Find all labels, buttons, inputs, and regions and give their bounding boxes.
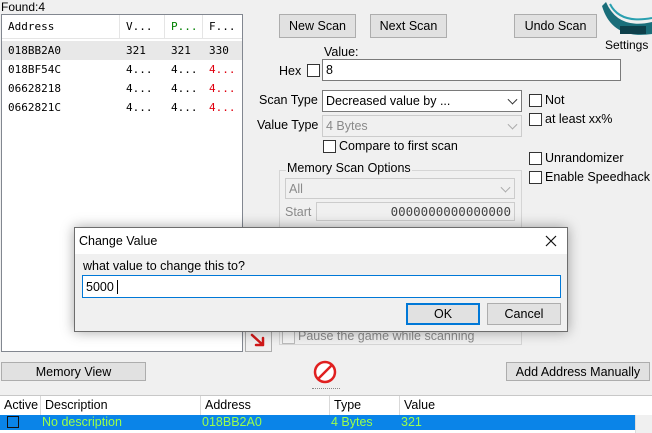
clear-list-icon[interactable]	[312, 359, 338, 385]
row-previous: 321	[171, 44, 191, 57]
undo-scan-button[interactable]: Undo Scan	[514, 14, 597, 38]
cheat-engine-logo[interactable]	[598, 0, 652, 38]
compare-first-label: Compare to first scan	[339, 139, 458, 153]
address-list-header: Address V... P... F...	[2, 15, 242, 39]
row-previous: 4...	[171, 82, 198, 95]
row-value: 4...	[126, 82, 153, 95]
address-row[interactable]: 06628218 4... 4... 4...	[2, 79, 242, 98]
memory-view-button[interactable]: Memory View	[1, 362, 146, 381]
dialog-title: Change Value	[79, 234, 158, 248]
dialog-prompt: what value to change this to?	[83, 259, 245, 273]
new-scan-button[interactable]: New Scan	[279, 14, 356, 38]
speedhack-checkbox[interactable]	[529, 171, 542, 184]
memory-scan-options-title: Memory Scan Options	[286, 161, 412, 175]
scan-type-select[interactable]: Decreased value by ...	[322, 90, 522, 112]
row-address: 06628218	[8, 82, 61, 95]
compare-first-checkbox[interactable]	[323, 140, 336, 153]
chevron-down-icon	[500, 182, 511, 193]
column-type[interactable]: Type	[330, 396, 400, 415]
dialog-title-bar[interactable]: Change Value	[75, 228, 567, 254]
row-value: 321	[126, 44, 146, 57]
at-least-label: at least xx%	[545, 112, 613, 126]
row-first: 330	[209, 44, 229, 57]
new-value-text: 5000	[86, 279, 114, 294]
row-first: 4...	[209, 101, 236, 114]
column-value[interactable]: Value	[400, 396, 635, 415]
unrandomizer-label: Unrandomizer	[545, 151, 624, 165]
change-value-dialog[interactable]: Change Value what value to change this t…	[74, 227, 568, 332]
scan-value-input[interactable]: 8	[322, 59, 621, 81]
vertical-scrollbar[interactable]	[635, 415, 652, 433]
speedhack-label: Enable Speedhack	[545, 170, 650, 184]
cancel-button[interactable]: Cancel	[487, 303, 561, 325]
next-scan-button[interactable]: Next Scan	[370, 14, 447, 38]
found-count: Found:4	[1, 0, 46, 14]
scan-type-label: Scan Type	[259, 93, 318, 107]
red-arrow-icon	[250, 333, 264, 347]
row-previous: 4...	[171, 101, 198, 114]
row-value: 4...	[126, 63, 153, 76]
close-icon	[545, 235, 557, 247]
text-cursor	[117, 280, 118, 294]
address-row[interactable]: 018BB2A0 321 321 330	[2, 41, 242, 60]
scan-type-value: Decreased value by ...	[326, 94, 451, 108]
chevron-down-icon	[507, 119, 518, 130]
ok-button[interactable]: OK	[406, 303, 480, 325]
row-first: 4...	[209, 82, 236, 95]
not-label: Not	[545, 93, 565, 107]
hex-label: Hex	[279, 64, 302, 78]
new-value-input[interactable]: 5000	[82, 275, 561, 298]
hex-checkbox[interactable]	[307, 64, 320, 77]
row-first: 4...	[209, 63, 236, 76]
address-row[interactable]: 0662821C 4... 4... 4...	[2, 98, 242, 117]
column-description[interactable]: Description	[41, 396, 201, 415]
table-row[interactable]: No description 018BB2A0 4 Bytes 321	[0, 415, 635, 430]
row-address: 018BB2A0	[202, 415, 262, 429]
memory-region-value: All	[289, 181, 303, 196]
chevron-down-icon	[507, 94, 518, 105]
address-row[interactable]: 018BF54C 4... 4... 4...	[2, 60, 242, 79]
memory-region-select[interactable]: All	[285, 178, 515, 199]
column-address[interactable]: Address	[2, 15, 120, 39]
start-address-field[interactable]: 0000000000000000	[316, 202, 515, 221]
column-address[interactable]: Address	[201, 396, 330, 415]
row-address: 018BF54C	[8, 63, 61, 76]
row-value: 4...	[126, 101, 153, 114]
close-button[interactable]	[537, 231, 565, 251]
row-description: No description	[42, 415, 122, 429]
start-label: Start	[285, 205, 312, 219]
at-least-checkbox[interactable]	[529, 113, 542, 126]
not-checkbox[interactable]	[529, 94, 542, 107]
column-previous[interactable]: P...	[165, 15, 203, 39]
column-active[interactable]: Active	[0, 396, 41, 415]
value-label: Value:	[324, 45, 359, 59]
value-type-value: 4 Bytes	[326, 119, 368, 133]
cheat-table[interactable]: Active Description Address Type Value No…	[0, 395, 652, 433]
pause-game-checkbox[interactable]	[282, 331, 295, 344]
row-value: 321	[401, 415, 422, 429]
row-address: 0662821C	[8, 101, 61, 114]
value-type-select[interactable]: 4 Bytes	[322, 115, 522, 137]
column-first[interactable]: F...	[203, 15, 242, 39]
value-type-label: Value Type	[257, 118, 319, 132]
add-address-manually-button[interactable]: Add Address Manually	[506, 362, 650, 381]
row-address: 018BB2A0	[8, 44, 61, 57]
settings-link[interactable]: Settings	[605, 38, 648, 52]
splitter-handle[interactable]	[312, 388, 340, 391]
unrandomizer-checkbox[interactable]	[529, 152, 542, 165]
column-value[interactable]: V...	[120, 15, 165, 39]
row-type: 4 Bytes	[331, 415, 373, 429]
active-checkbox[interactable]	[7, 416, 19, 428]
row-previous: 4...	[171, 63, 198, 76]
